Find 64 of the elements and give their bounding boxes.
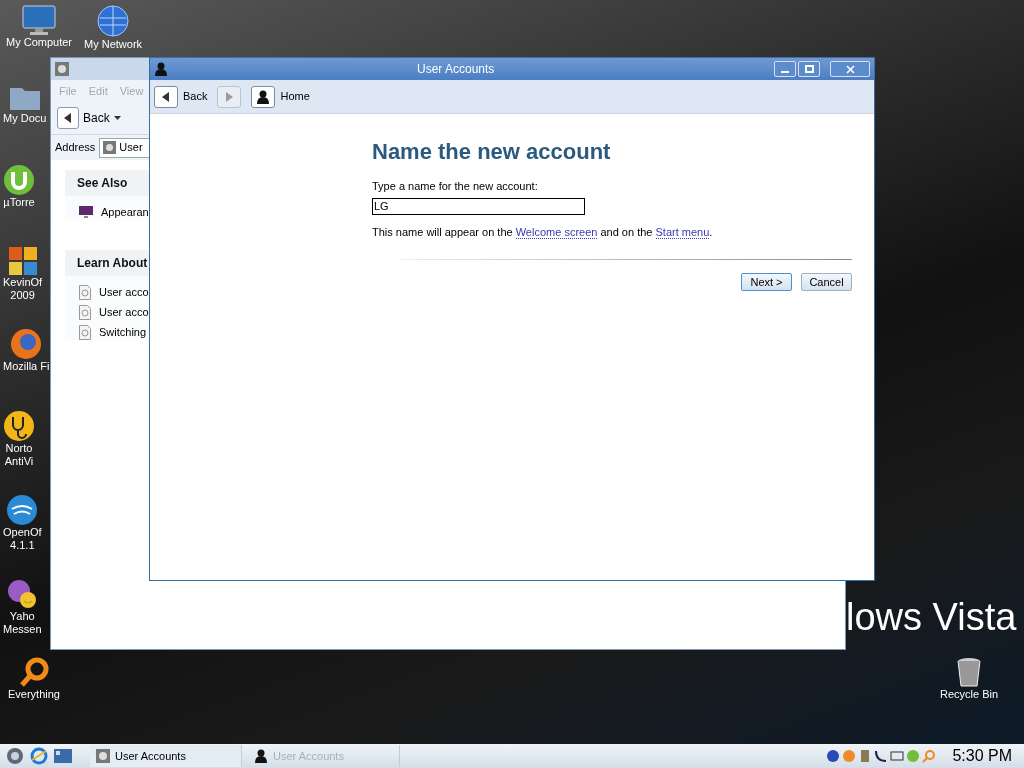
maximize-button[interactable] <box>798 61 820 77</box>
icon-label: KevinOf <box>3 276 43 289</box>
name-field[interactable]: LG <box>372 197 585 215</box>
minimize-button[interactable] <box>774 61 796 77</box>
desktop-icon[interactable] <box>54 749 72 763</box>
page-heading: Name the new account <box>372 138 612 166</box>
document-icon <box>79 284 91 300</box>
home-button[interactable]: Home <box>251 85 310 108</box>
tiles-icon <box>7 246 38 276</box>
start-orb-icon[interactable] <box>6 747 24 765</box>
wallpaper-text: lows Vista <box>846 598 1017 636</box>
close-button[interactable] <box>830 61 870 77</box>
icon-label: Recycle Bin <box>940 688 999 701</box>
welcome-screen-link[interactable]: Welcome screen <box>515 225 598 239</box>
stethoscope-icon <box>3 410 35 442</box>
icon-label: My Docu <box>3 112 47 125</box>
clock: 5:30 PM <box>952 746 1012 766</box>
icon-label: AntiVi <box>4 455 34 468</box>
browser-icon[interactable] <box>30 747 48 765</box>
user-icon <box>154 62 168 76</box>
address-field[interactable]: User <box>99 137 150 158</box>
address-label: Address <box>55 140 96 156</box>
icon-label: µTorre <box>3 196 35 209</box>
field-label: Type a name for the new account: <box>372 179 539 194</box>
document-icon <box>79 304 91 320</box>
close-icon <box>845 64 855 74</box>
control-panel-icon <box>103 141 117 154</box>
trash-icon <box>956 656 983 688</box>
browser-icon <box>10 328 43 360</box>
right-arrow-icon <box>225 91 234 102</box>
magnifier-icon <box>18 656 50 688</box>
control-panel-icon <box>55 62 69 76</box>
control-panel-icon <box>96 749 110 763</box>
window-title: User Accounts <box>417 61 495 78</box>
icon-label: Mozilla Fi <box>3 360 50 373</box>
icon-label: OpenOf <box>3 526 42 539</box>
panel-link[interactable]: User acco <box>79 304 150 320</box>
user-icon <box>256 89 271 104</box>
smiley-icon <box>6 578 39 610</box>
back-button[interactable]: Back <box>57 107 110 129</box>
icon-label: My Computer <box>6 36 73 49</box>
left-arrow-icon <box>162 91 170 102</box>
task-button[interactable]: User Accounts <box>90 745 242 767</box>
icon-label: Everything <box>8 688 60 701</box>
panel-header: Learn About <box>65 250 150 276</box>
panel-link[interactable]: Switching <box>79 324 150 340</box>
panel-link[interactable]: User acco <box>79 284 150 300</box>
back-button[interactable]: Back <box>154 85 208 108</box>
panel-header: See Also <box>65 170 150 196</box>
caret-icon <box>113 116 121 120</box>
icon-label: Messen <box>3 623 42 636</box>
magnifier-icon[interactable] <box>922 749 937 763</box>
display-icon <box>79 205 93 219</box>
monitor-icon <box>21 4 57 36</box>
user-icon <box>254 749 268 763</box>
icon-label: My Network <box>84 38 143 51</box>
globe-icon <box>96 4 131 38</box>
icon-label: Yaho <box>9 610 35 623</box>
icon-label: 2009 <box>10 289 35 302</box>
icon-label: Norto <box>5 442 33 455</box>
dialog-button[interactable]: Next > <box>741 273 792 291</box>
icon-label: 4.1.1 <box>10 539 35 552</box>
dialog-button[interactable]: Cancel <box>801 273 852 291</box>
info-text: This name will appear on the Welcome screen and on the Start menu. <box>372 224 714 240</box>
